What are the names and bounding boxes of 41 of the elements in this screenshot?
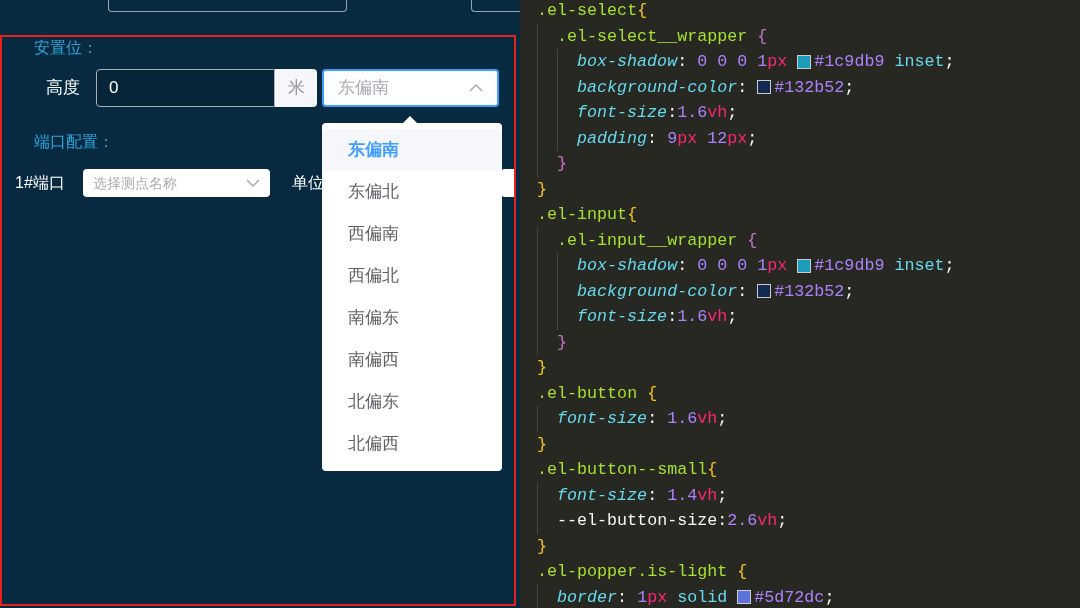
code-line: border: 1px solid #5d72dc; [557, 586, 835, 608]
code-line: } [537, 535, 547, 558]
code-line: font-size: 1.6vh; [557, 408, 728, 431]
dropdown-option[interactable]: 北偏西 [322, 423, 502, 465]
code-line: padding: 9px 12px; [577, 127, 758, 150]
code-line: background-color: #132b52; [577, 280, 855, 303]
code-line: .el-select{ [537, 0, 648, 23]
code-line: .el-input__wrapper { [557, 229, 758, 252]
dropdown-option[interactable]: 西偏北 [322, 255, 502, 297]
code-line: box-shadow: 0 0 0 1px #1c9db9 inset; [577, 51, 955, 74]
code-line: font-size: 1.4vh; [557, 484, 728, 507]
code-line: } [537, 178, 547, 201]
code-line: } [557, 331, 567, 354]
code-line: background-color: #132b52; [577, 76, 855, 99]
partial-field[interactable] [108, 0, 348, 12]
dropdown-option[interactable]: 南偏西 [322, 339, 502, 381]
code-line: } [557, 153, 567, 176]
dropdown-option[interactable]: 西偏南 [322, 213, 502, 255]
code-line: .el-input{ [537, 204, 638, 227]
section-heading: 安置位： [34, 38, 98, 58]
code-line: font-size:1.6vh; [577, 306, 738, 329]
code-line: } [537, 433, 547, 456]
field-label: 高度 [46, 77, 81, 100]
code-line: --el-button-size:2.6vh; [557, 510, 788, 533]
dropdown-option[interactable]: 南偏东 [322, 297, 502, 339]
field-label: 1#端口 [15, 173, 66, 193]
chevron-down-icon [246, 179, 260, 187]
code-line: box-shadow: 0 0 0 1px #1c9db9 inset; [577, 255, 955, 278]
code-line: } [537, 357, 547, 380]
height-input[interactable]: 0 [96, 69, 275, 107]
section-heading: 端口配置： [34, 132, 114, 152]
field-label: 单位 [292, 173, 324, 193]
chevron-up-icon [469, 84, 483, 92]
code-line: .el-select__wrapper { [557, 25, 768, 48]
code-line: .el-popper.is-light { [537, 561, 748, 584]
code-line: font-size:1.6vh; [577, 102, 738, 125]
unit-addon: 米 [275, 69, 317, 107]
dropdown-option[interactable]: 北偏东 [322, 381, 502, 423]
dropdown-option[interactable]: 东偏北 [322, 171, 502, 213]
code-line: .el-button { [537, 382, 658, 405]
code-line: .el-button--small{ [537, 459, 718, 482]
